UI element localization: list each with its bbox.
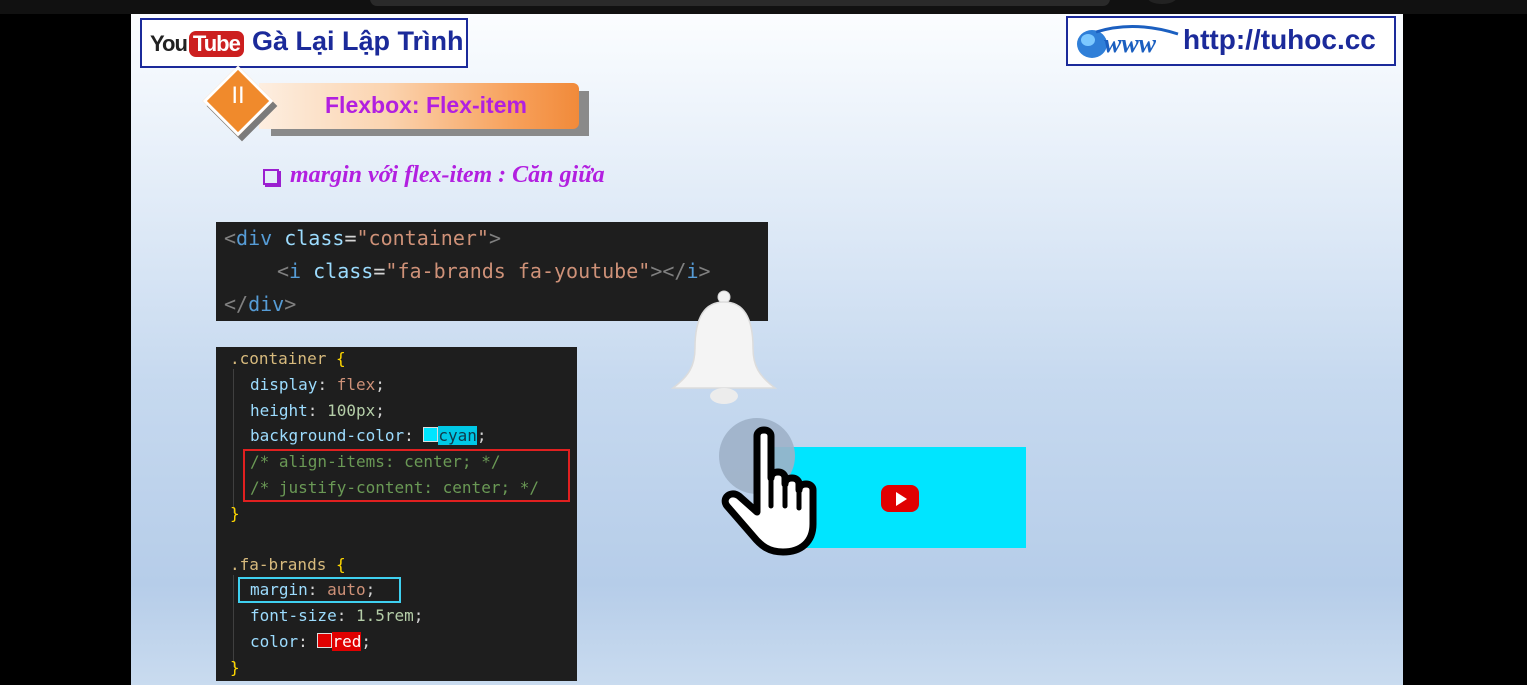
css-close-brace: } [230, 504, 240, 523]
website-badge: www http://tuhoc.cc [1066, 16, 1396, 66]
css-value: red [332, 632, 362, 651]
css-code-block: .container { display: flex; height: 100p… [216, 347, 577, 681]
hand-pointer-icon [719, 418, 817, 556]
red-swatch [317, 633, 333, 648]
html-line-2: <i class="fa-brands fa-youtube"></i> [277, 259, 711, 283]
highlight-frame-red [243, 449, 570, 502]
css-value: 1.5rem [355, 606, 414, 625]
website-url: http://tuhoc.cc [1183, 24, 1376, 55]
css-brands-selector: .fa-brands [230, 555, 327, 574]
section-title: Flexbox: Flex-item [325, 92, 527, 118]
section-number: II [231, 82, 245, 109]
css-fontsize-line: font-size: 1.5rem; [250, 606, 424, 625]
css-prop: display [250, 375, 318, 394]
css-bg-line: background-color: cyan; [250, 426, 487, 445]
css-prop: background-color [250, 426, 405, 445]
indent-guide [233, 369, 234, 513]
html-line-3: </div> [224, 292, 297, 316]
address-bar[interactable] [370, 0, 1110, 6]
css-color-line: color: red; [250, 632, 371, 651]
youtube-logo-you: You [150, 31, 188, 56]
youtube-logo-icon: You Tube [150, 29, 244, 59]
css-prop: color [250, 632, 299, 651]
css-display-line: display: flex; [250, 375, 385, 394]
channel-name: Gà Lại Lập Trình [252, 26, 464, 56]
css-height-line: height: 100px; [250, 401, 385, 420]
youtube-play-icon [881, 485, 919, 512]
indent-guide [233, 575, 234, 667]
slide-subtitle: margin với flex-item : Căn giữa [290, 162, 605, 188]
css-prop: font-size [250, 606, 337, 625]
svg-text:www: www [1104, 29, 1157, 58]
css-prop: height [250, 401, 308, 420]
css-value: flex [336, 375, 376, 394]
globe-www-icon: www [1077, 25, 1179, 58]
bell-icon[interactable] [667, 290, 787, 410]
cyan-swatch [423, 427, 439, 442]
video-slide: You Tube Gà Lại Lập Trình www http://tuh… [131, 14, 1403, 685]
profile-button[interactable] [1147, 0, 1177, 4]
css-container-rule: .container { [230, 349, 346, 368]
youtube-logo-tube: Tube [188, 31, 244, 57]
bullet-square-icon [263, 169, 279, 185]
youtube-channel-badge: You Tube Gà Lại Lập Trình [140, 18, 468, 68]
css-brands-rule: .fa-brands { [230, 555, 346, 574]
css-value: 100px [327, 401, 376, 420]
css-container-selector: .container [230, 349, 327, 368]
html-line-1: <div class="container"> [224, 226, 501, 250]
css-value: cyan [438, 426, 477, 445]
css-close-brace: } [230, 658, 240, 677]
highlight-frame-cyan [238, 577, 401, 603]
browser-top-bar [0, 0, 1527, 14]
